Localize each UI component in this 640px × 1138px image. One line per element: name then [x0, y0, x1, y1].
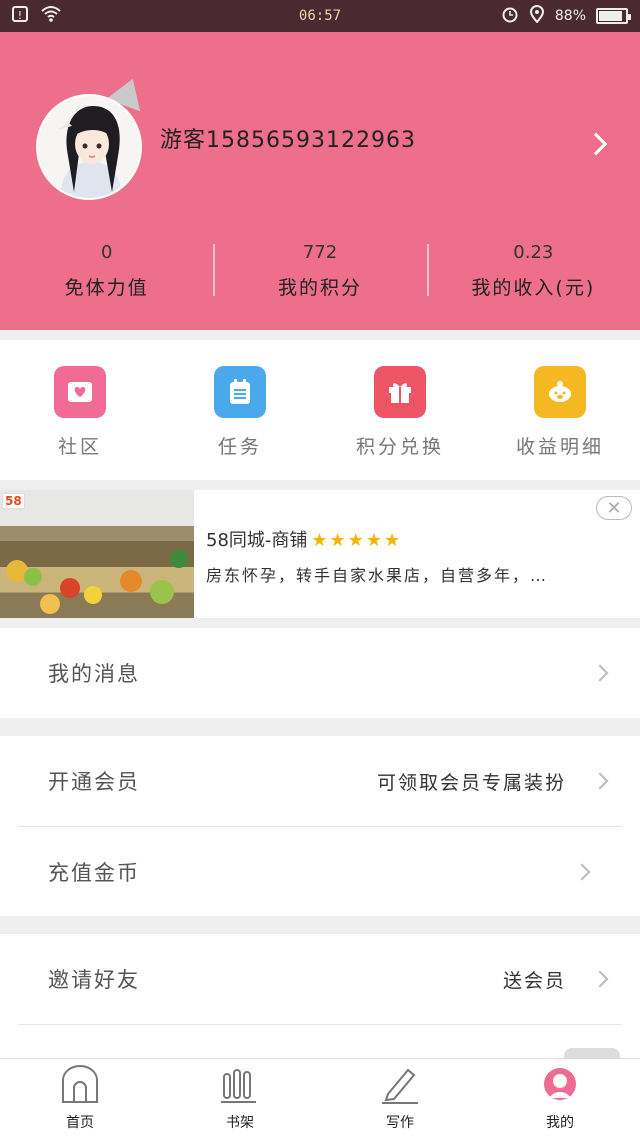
messages-group: 我的消息	[0, 628, 640, 718]
menu-row-recharge[interactable]: 充值金币	[18, 826, 622, 916]
clock: 06:57	[298, 8, 342, 24]
shortcut-label: 收益明细	[515, 436, 604, 458]
notification-icon: !	[12, 5, 30, 27]
community-icon	[54, 366, 106, 418]
ad-banner[interactable]: 58 58同城-商铺 ★★★★★ 房东怀孕，转手自家水果店，自营多年，… ✕	[0, 490, 640, 618]
stat-income[interactable]: 0.23 我的收入(元)	[426, 232, 640, 312]
shortcut-label: 任务	[217, 436, 262, 458]
task-icon	[214, 366, 266, 418]
tab-bookshelf[interactable]: 书架	[160, 1059, 320, 1138]
membership-group: 开通会员 可领取会员专属装扮 充值金币	[0, 736, 640, 916]
stat-value: 772	[302, 242, 338, 263]
stat-value: 0	[100, 242, 113, 263]
location-icon	[529, 5, 545, 27]
ad-image	[0, 490, 194, 618]
ad-source-badge: 58	[2, 493, 25, 509]
row-value: 可领取会员专属装扮	[376, 771, 566, 794]
piggy-bank-icon	[534, 366, 586, 418]
stat-value: 0.23	[513, 242, 554, 263]
menu-row-partial	[18, 1024, 622, 1058]
shortcut-income-details[interactable]: 收益明细	[480, 340, 640, 480]
bookshelf-icon	[218, 1062, 262, 1106]
pencil-icon	[378, 1062, 422, 1106]
menu-row-vip[interactable]: 开通会员 可领取会员专属装扮	[0, 736, 640, 826]
shortcut-community[interactable]: 社区	[0, 340, 160, 480]
tab-label: 书架	[226, 1115, 254, 1131]
chevron-right-icon	[591, 970, 609, 988]
tab-write[interactable]: 写作	[320, 1059, 480, 1138]
menu-row-invite[interactable]: 邀请好友 送会员	[0, 934, 640, 1024]
ad-title-text: 58同城-商铺	[206, 530, 308, 551]
avatar[interactable]	[36, 94, 142, 200]
shortcut-grid: 社区 任务 积分兑换 收益明细	[0, 340, 640, 480]
shortcut-label: 社区	[57, 436, 102, 458]
gift-icon	[374, 366, 426, 418]
stat-stamina[interactable]: 0 免体力值	[0, 232, 213, 312]
bottom-tab-bar: 首页 书架 写作 我的	[0, 1058, 640, 1138]
stat-label: 免体力值	[64, 277, 149, 299]
tab-home[interactable]: 首页	[0, 1059, 160, 1138]
profile-icon	[538, 1062, 582, 1106]
stat-label: 我的积分	[277, 277, 362, 299]
wifi-icon	[40, 5, 62, 27]
row-label: 邀请好友	[48, 968, 140, 992]
shortcut-tasks[interactable]: 任务	[160, 340, 320, 480]
shortcut-label: 积分兑换	[355, 436, 444, 458]
svg-text:!: !	[18, 9, 22, 22]
chevron-right-icon	[573, 863, 591, 880]
ad-description: 房东怀孕，转手自家水果店，自营多年，…	[206, 566, 549, 585]
rating-stars: ★★★★★	[311, 530, 403, 551]
stat-points[interactable]: 772 我的积分	[213, 232, 426, 312]
stats-row: 0 免体力值 772 我的积分 0.23 我的收入(元)	[0, 232, 640, 312]
battery-icon	[596, 8, 631, 24]
status-bar: ! 06:57 88%	[0, 0, 640, 32]
row-label: 我的消息	[48, 662, 140, 686]
row-label: 开通会员	[48, 770, 140, 794]
tab-label: 首页	[66, 1115, 94, 1131]
chevron-right-icon	[591, 664, 609, 682]
row-label: 充值金币	[48, 860, 140, 885]
tab-label: 我的	[546, 1115, 574, 1131]
battery-percent: 88%	[554, 8, 586, 24]
menu-row-messages[interactable]: 我的消息	[0, 628, 640, 718]
alarm-icon	[501, 5, 519, 27]
stat-label: 我的收入(元)	[471, 277, 596, 299]
row-value: 送会员	[502, 969, 566, 992]
close-icon[interactable]: ✕	[596, 496, 632, 520]
shortcut-points-exchange[interactable]: 积分兑换	[320, 340, 480, 480]
username: 游客15856593122963	[160, 128, 416, 153]
chevron-right-icon[interactable]	[584, 132, 608, 156]
tab-label: 写作	[386, 1115, 414, 1131]
invite-group: 邀请好友 送会员	[0, 934, 640, 1058]
profile-header[interactable]: 游客15856593122963 0 免体力值 772 我的积分 0.23 我的…	[0, 32, 640, 330]
chevron-right-icon	[591, 772, 609, 790]
home-icon	[58, 1062, 102, 1106]
ad-title: 58同城-商铺 ★★★★★	[206, 526, 402, 552]
tab-mine[interactable]: 我的	[480, 1059, 640, 1138]
